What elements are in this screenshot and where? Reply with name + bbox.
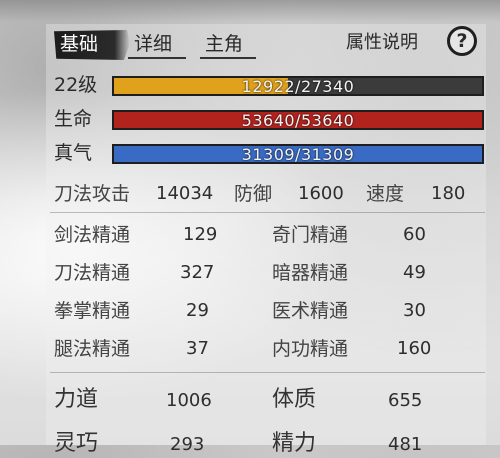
tab-detail-underline (128, 57, 186, 59)
qimen-skill-value: 60 (403, 224, 426, 245)
agility-value: 293 (170, 434, 205, 455)
top-decoration (0, 0, 500, 22)
help-icon[interactable]: ? (447, 26, 477, 56)
level-label: 22级 (54, 74, 98, 96)
tab-protagonist-underline (200, 57, 256, 59)
qi-label: 真气 (54, 142, 93, 164)
sword-skill-value: 129 (183, 224, 218, 245)
hp-bar: 53640/53640 (112, 110, 484, 130)
hp-text: 53640/53640 (241, 111, 355, 130)
tab-basic[interactable]: 基础 (54, 30, 130, 60)
hidden-weapon-skill-label: 暗器精通 (272, 262, 349, 284)
energy-value: 481 (388, 434, 423, 455)
tab-protagonist[interactable]: 主角 (205, 30, 243, 58)
experience-text: 12922/27340 (241, 77, 355, 96)
hidden-weapon-skill-value: 49 (403, 262, 426, 283)
blade-skill-label: 刀法精通 (54, 262, 131, 284)
medicine-skill-label: 医术精通 (272, 300, 349, 322)
strength-value: 1006 (166, 390, 212, 411)
qi-bar: 31309/31309 (112, 144, 484, 164)
attribute-help-label[interactable]: 属性说明 (346, 30, 418, 56)
constitution-value: 655 (388, 390, 423, 411)
blade-skill-value: 327 (180, 262, 215, 283)
defense-label: 防御 (234, 183, 273, 205)
speed-label: 速度 (366, 183, 405, 205)
agility-label: 灵巧 (54, 431, 99, 456)
inner-skill-label: 内功精通 (272, 338, 349, 360)
divider (50, 212, 485, 213)
attack-label: 刀法攻击 (54, 183, 131, 205)
speed-value: 180 (431, 183, 466, 204)
defense-value: 1600 (298, 183, 344, 204)
medicine-skill-value: 30 (403, 300, 426, 321)
tab-detail[interactable]: 详细 (134, 30, 172, 58)
kick-skill-value: 37 (186, 338, 209, 359)
sword-skill-label: 剑法精通 (54, 224, 131, 246)
strength-label: 力道 (54, 387, 99, 412)
fist-skill-value: 29 (186, 300, 209, 321)
inner-skill-value: 160 (397, 338, 432, 359)
constitution-label: 体质 (272, 387, 317, 412)
kick-skill-label: 腿法精通 (54, 338, 131, 360)
divider (50, 372, 485, 373)
hp-label: 生命 (54, 108, 93, 130)
attack-value: 14034 (156, 183, 214, 204)
qimen-skill-label: 奇门精通 (272, 224, 349, 246)
experience-bar: 12922/27340 (112, 76, 484, 96)
fist-skill-label: 拳掌精通 (54, 300, 131, 322)
qi-text: 31309/31309 (241, 145, 355, 164)
energy-label: 精力 (272, 431, 317, 456)
